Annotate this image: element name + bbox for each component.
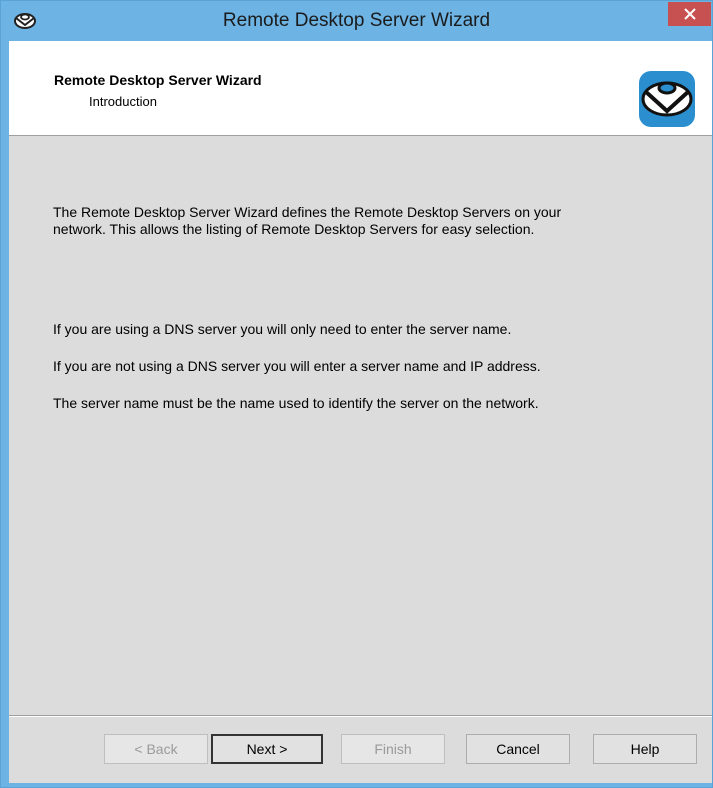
close-button[interactable] [668, 2, 711, 26]
wizard-window: Remote Desktop Server Wizard Remote Desk… [0, 0, 713, 788]
intro-line-1: The Remote Desktop Server Wizard defines… [53, 204, 562, 220]
footer-divider [9, 715, 712, 717]
window-left-border [1, 41, 9, 787]
window-bottom-border [1, 783, 712, 787]
header-title: Remote Desktop Server Wizard [54, 72, 262, 88]
header-subtitle: Introduction [89, 94, 157, 109]
no-dns-info-text: If you are not using a DNS server you wi… [53, 358, 541, 374]
terminal-server-logo-icon [639, 71, 695, 127]
dns-info-text: If you are using a DNS server you will o… [53, 321, 512, 337]
help-button[interactable]: Help [593, 734, 697, 764]
intro-line-2: network. This allows the listing of Remo… [53, 221, 535, 237]
close-icon [683, 8, 696, 20]
wizard-header: Remote Desktop Server Wizard Introductio… [9, 41, 712, 136]
title-bar[interactable]: Remote Desktop Server Wizard [1, 1, 712, 41]
next-button[interactable]: Next > [211, 734, 323, 764]
cancel-button[interactable]: Cancel [466, 734, 570, 764]
finish-button[interactable]: Finish [341, 734, 445, 764]
back-button[interactable]: < Back [104, 734, 208, 764]
server-name-info-text: The server name must be the name used to… [53, 395, 539, 411]
window-title: Remote Desktop Server Wizard [222, 10, 491, 31]
